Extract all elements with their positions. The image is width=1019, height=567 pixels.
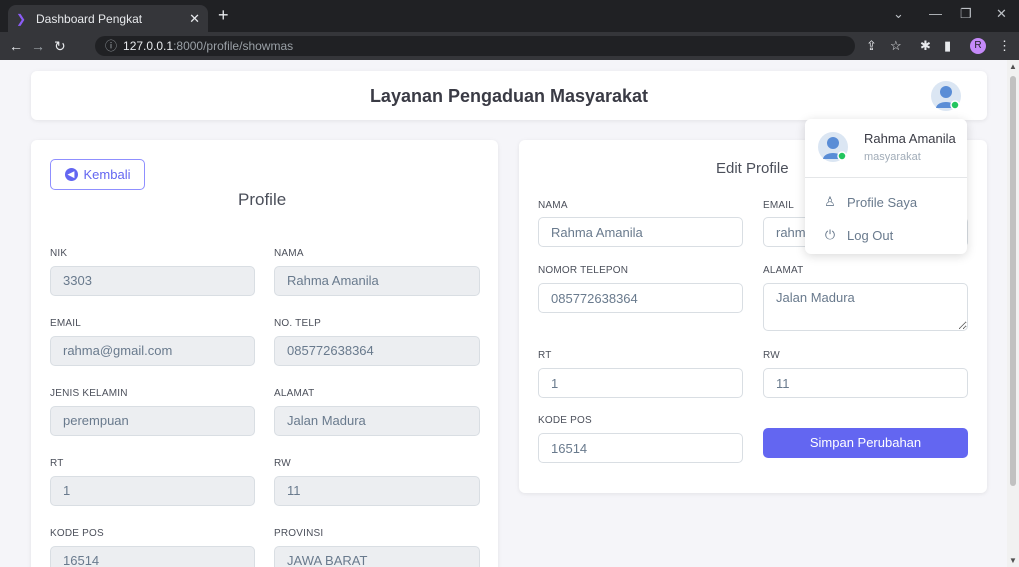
edit-profile-title: Edit Profile [716, 160, 789, 177]
url-path: :8000/profile/showmas [173, 39, 294, 53]
menu-item-profile[interactable]: ♙ Profile Saya [823, 194, 917, 210]
url-host: 127.0.0.1 [123, 39, 174, 53]
top-navbar: Layanan Pengaduan Masyarakat [31, 71, 987, 120]
rw-field: 11 [274, 476, 480, 506]
edit-rw-label: RW [763, 350, 780, 361]
info-icon[interactable]: ⓘ [105, 39, 117, 53]
nik-label: NIK [50, 248, 68, 259]
close-window-icon[interactable]: ✕ [996, 6, 1007, 22]
alamat-field: Jalan Madura [274, 406, 480, 436]
page-viewport: Layanan Pengaduan Masyarakat ◀ Kembali P… [0, 60, 1007, 567]
page-scrollbar[interactable]: ▲ ▼ [1007, 60, 1019, 567]
edit-alamat-textarea[interactable]: Jalan Madura [763, 283, 968, 331]
edit-nama-input[interactable] [538, 217, 743, 247]
favicon-icon: ❯ [16, 11, 27, 26]
scroll-up-icon[interactable]: ▲ [1009, 62, 1017, 71]
nama-field: Rahma Amanila [274, 266, 480, 296]
arrow-left-circle-icon: ◀ [64, 168, 78, 181]
profile-title: Profile [238, 190, 287, 209]
menu-item-logout[interactable]: ⏻ Log Out [823, 227, 893, 243]
provinsi-label: PROVINSI [274, 528, 324, 539]
email-label: EMAIL [50, 318, 82, 329]
menu-item-profile-label: Profile Saya [847, 194, 918, 210]
edit-telp-label: NOMOR TELEPON [538, 265, 629, 276]
menu-item-logout-label: Log Out [847, 227, 894, 243]
scrollbar-thumb[interactable] [1010, 76, 1016, 486]
restore-icon[interactable]: ❐ [960, 6, 972, 22]
jenis-kelamin-label: JENIS KELAMIN [50, 388, 128, 399]
edit-kode-pos-input[interactable] [538, 433, 743, 463]
new-tab-icon[interactable]: + [218, 6, 229, 24]
minimize-icon[interactable]: — [929, 6, 942, 21]
edit-rw-input[interactable] [763, 368, 968, 398]
edit-nama-label: NAMA [538, 200, 568, 211]
back-icon[interactable]: ← [9, 38, 23, 54]
alamat-label: ALAMAT [274, 388, 315, 399]
jenis-kelamin-field: perempuan [50, 406, 255, 436]
dropdown-user-role: masyarakat [864, 151, 921, 163]
rw-label: RW [274, 458, 291, 469]
dropdown-person-icon [823, 137, 847, 161]
save-changes-button[interactable]: Simpan Perubahan [763, 428, 968, 458]
user-avatar[interactable] [931, 81, 961, 111]
back-button-label: Kembali [83, 167, 131, 182]
email-field: rahma@gmail.com [50, 336, 255, 366]
page-title: Layanan Pengaduan Masyarakat [369, 86, 649, 106]
telp-label: NO. TELP [274, 318, 321, 329]
tab-search-icon[interactable]: ⌄ [893, 6, 904, 22]
power-icon: ⏻ [824, 227, 836, 242]
tab-title: Dashboard Pengkat [36, 11, 143, 26]
kode-pos-field: 16514 [50, 546, 255, 567]
dropdown-avatar [818, 132, 848, 162]
edit-telp-input[interactable] [538, 283, 743, 313]
bookmark-star-icon[interactable]: ☆ [890, 38, 902, 54]
close-tab-icon[interactable]: ✕ [189, 11, 200, 27]
user-icon: ♙ [824, 194, 836, 209]
browser-tab[interactable]: ❯ Dashboard Pengkat ✕ [8, 5, 208, 32]
edit-email-label: EMAIL [763, 200, 795, 211]
browser-titlebar: ❯ Dashboard Pengkat ✕ + ⌄ — ❐ ✕ [0, 0, 1019, 32]
edit-kode-pos-label: KODE POS [538, 415, 592, 426]
rt-field: 1 [50, 476, 255, 506]
side-panel-icon[interactable]: ▮ [944, 38, 951, 54]
scroll-down-icon[interactable]: ▼ [1009, 556, 1017, 565]
telp-field: 085772638364 [274, 336, 480, 366]
nik-field: 3303 [50, 266, 255, 296]
kode-pos-label: KODE POS [50, 528, 104, 539]
browser-profile-avatar[interactable]: R [970, 38, 986, 54]
back-button[interactable]: ◀ Kembali [50, 159, 145, 190]
provinsi-field: JAWA BARAT [274, 546, 480, 567]
edit-alamat-label: ALAMAT [763, 265, 804, 276]
menu-kebab-icon[interactable]: ⋮ [998, 38, 1011, 54]
avatar-person-icon [936, 86, 960, 110]
reload-icon[interactable]: ↻ [54, 38, 66, 55]
share-icon[interactable]: ⇪ [866, 38, 877, 54]
url-bar[interactable]: ⓘ 127.0.0.1:8000/profile/showmas [95, 36, 855, 56]
nama-label: NAMA [274, 248, 304, 259]
profile-card: ◀ Kembali Profile NIK 3303 NAMA Rahma Am… [31, 140, 498, 567]
edit-rt-label: RT [538, 350, 552, 361]
dropdown-user-name: Rahma Amanila [864, 131, 956, 146]
user-dropdown-menu: Rahma Amanila masyarakat ♙ Profile Saya … [805, 119, 967, 254]
edit-rt-input[interactable] [538, 368, 743, 398]
forward-icon[interactable]: → [31, 38, 45, 54]
dropdown-divider [805, 177, 967, 178]
rt-label: RT [50, 458, 64, 469]
extensions-icon[interactable]: ✱ [920, 38, 931, 54]
address-bar-area: ← → ↻ ⓘ 127.0.0.1:8000/profile/showmas ⇪ … [0, 32, 1019, 60]
